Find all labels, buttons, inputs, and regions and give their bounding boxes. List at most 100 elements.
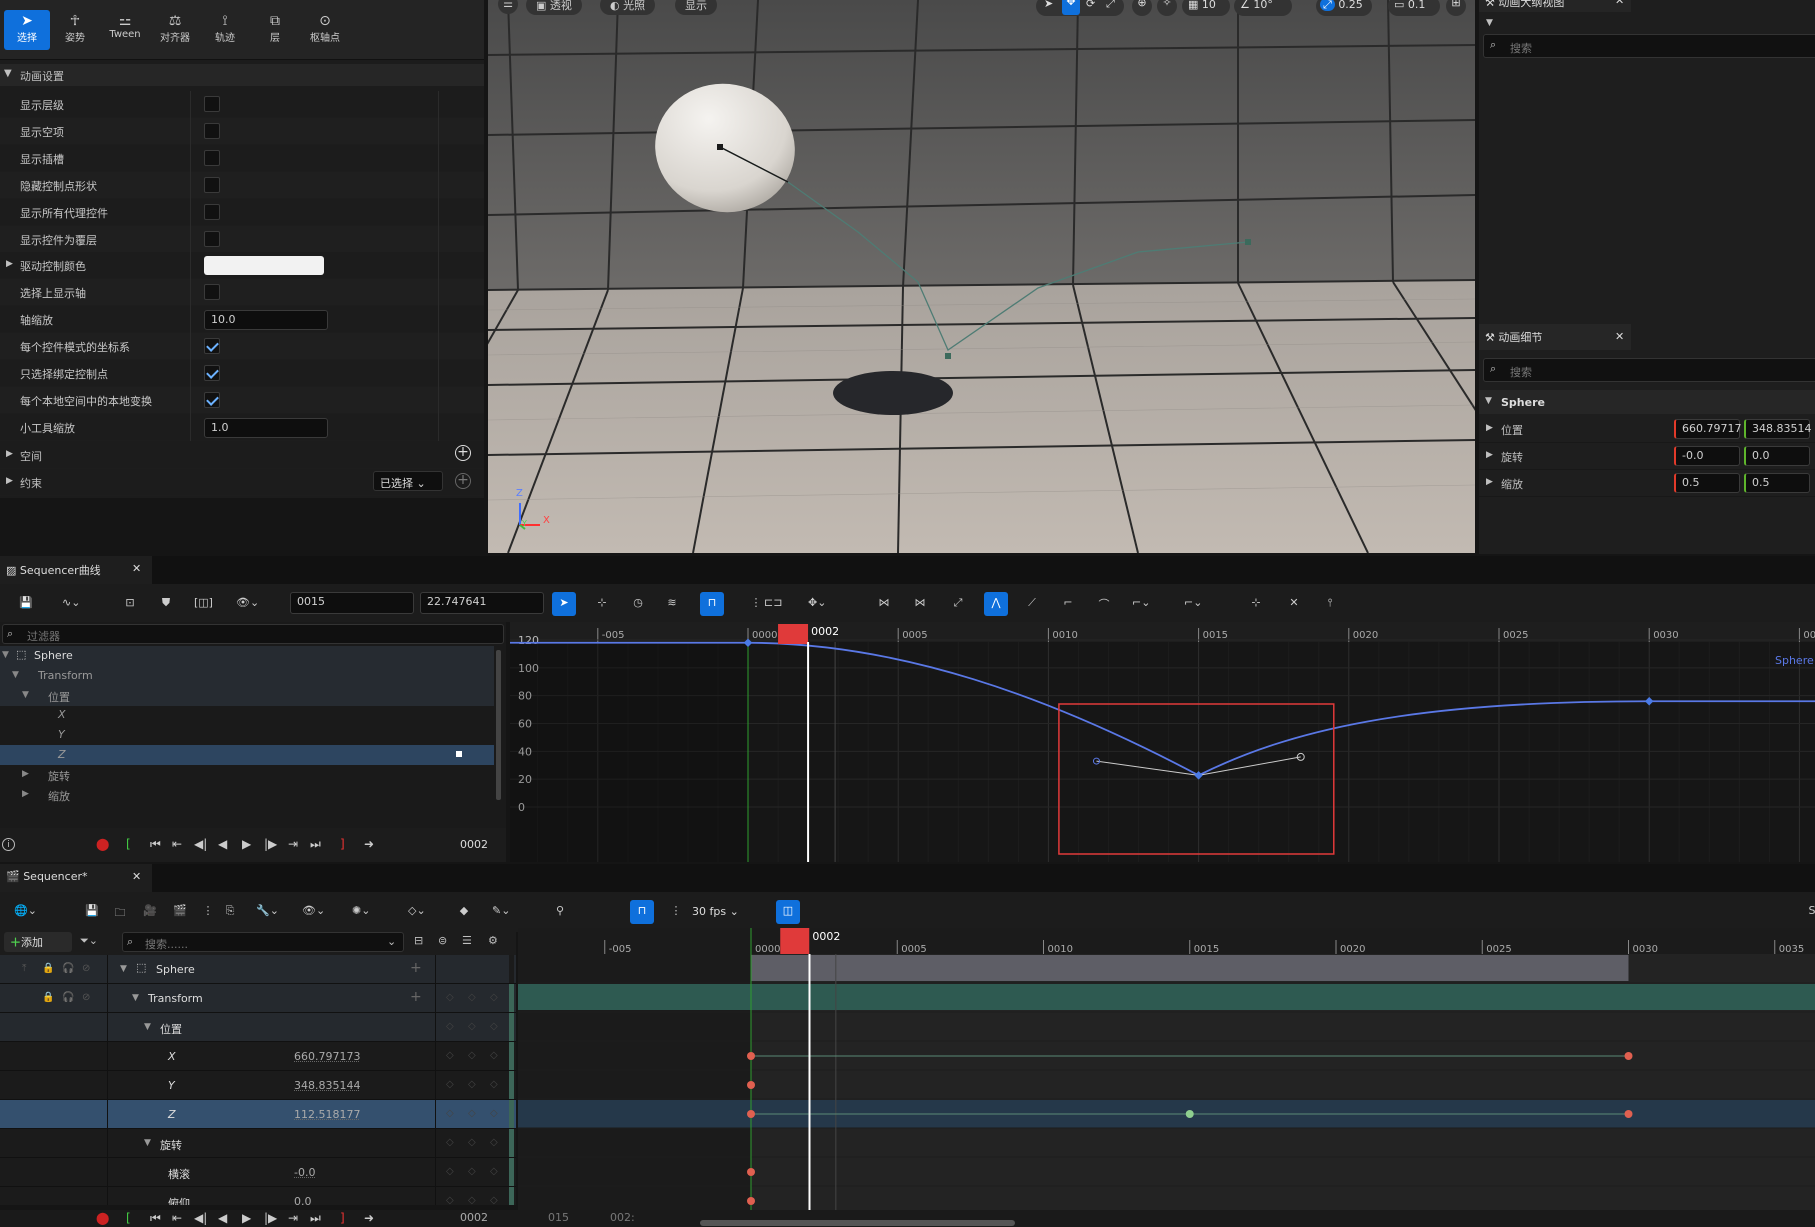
move-tool-icon[interactable]: ✥ (1062, 0, 1080, 15)
wrench-icon[interactable]: 🔧⌄ (252, 900, 283, 924)
save-icon[interactable]: 💾 (14, 592, 38, 616)
playback-start-icon[interactable]: [ (126, 837, 131, 851)
add-key-icon[interactable]: ◇ (468, 1137, 476, 1148)
track-value[interactable]: 660.797173 (294, 1050, 360, 1063)
scale-tool-icon[interactable]: ⤢ (1106, 0, 1115, 11)
expand-all-icon[interactable]: ⊜ (438, 934, 447, 947)
angle-snap[interactable]: ∠ 10° (1234, 0, 1292, 16)
add-icon[interactable]: + (410, 960, 422, 976)
user-tangent-icon[interactable]: ⤢ (946, 592, 970, 616)
setting-checkbox[interactable] (204, 176, 220, 193)
frame-input[interactable]: 0015 (290, 592, 414, 614)
select-tool-icon[interactable]: ➤ (552, 592, 576, 616)
normalize-icon[interactable]: ⊏⊐ (760, 592, 786, 616)
curve-tree-item[interactable]: ▼ ⬚ Sphere (0, 646, 494, 666)
play-icon[interactable]: ▶ (242, 1211, 251, 1225)
prev-key-icon[interactable]: ◇ (446, 1108, 454, 1119)
add-track-button[interactable]: ＋添加 (4, 932, 72, 952)
next-key-icon[interactable]: ◇ (490, 1166, 498, 1177)
record-icon[interactable]: ⬤ (96, 1211, 109, 1225)
clapper-icon[interactable]: 🎬 (168, 900, 192, 924)
add-constraint-icon[interactable]: + (455, 473, 471, 489)
prev-frame-icon[interactable]: ◀| (194, 1211, 207, 1225)
track-row[interactable]: Y 348.835144 ◇ ◇ ◇ (0, 1071, 516, 1100)
pre-infinity-icon[interactable]: ⌐⌄ (1128, 592, 1154, 616)
next-frame-icon[interactable]: |▶ (264, 1211, 277, 1225)
show-button[interactable]: 显示 (675, 0, 717, 15)
expand-icon[interactable]: ▶ (1486, 477, 1493, 487)
constraint-row[interactable]: ▶ 约束 已选择 ⌄ + (0, 469, 484, 496)
headphones-icon[interactable]: 🎧 (62, 963, 74, 974)
flatten-icon[interactable]: ⊹ (1244, 592, 1268, 616)
list-icon[interactable]: ☰ (462, 934, 472, 947)
prev-key-icon[interactable]: ⇤ (172, 1211, 182, 1225)
curve-filter-input[interactable]: ⌕ 过滤器 (2, 624, 504, 644)
prev-key-icon[interactable]: ◇ (446, 1050, 454, 1061)
curve-tree-item[interactable]: ▶ 旋转 (0, 765, 494, 785)
snap-settings-icon[interactable]: ⋮ (664, 900, 688, 924)
add-key-icon[interactable]: ◇ (468, 1166, 476, 1177)
fit-icon[interactable]: [◫] (190, 592, 217, 616)
details-x-input[interactable]: 0.5 (1674, 473, 1740, 493)
track-value[interactable]: 0.0 (294, 1195, 312, 1205)
details-y-input[interactable]: 348.83514 (1744, 419, 1812, 439)
post-infinity-icon[interactable]: ⌐⌄ (1180, 592, 1206, 616)
more-icon[interactable]: ⋮ (196, 900, 220, 924)
mode-tween[interactable]: ⚍ Tween (102, 10, 148, 50)
pin-icon[interactable]: ⤒ (22, 963, 26, 974)
expand-icon[interactable]: ▶ (1486, 450, 1493, 460)
rotate-tool-icon[interactable]: ⟳ (1086, 0, 1095, 10)
setting-number-input[interactable]: 1.0 (204, 417, 328, 438)
snap-icon[interactable]: ⊓ (630, 900, 654, 924)
marker-icon[interactable]: ⚲ (548, 900, 572, 924)
auto-smart-icon[interactable]: ⋈ (908, 592, 932, 616)
value-input[interactable]: 22.747641 (420, 592, 544, 614)
outliner-tab[interactable]: ⚒ 动画大纲视图 ✕ (1479, 0, 1631, 12)
add-key-icon[interactable]: ◇ (468, 992, 476, 1003)
curve-tree-item[interactable]: ▼ Transform (0, 665, 494, 686)
more-options-icon[interactable]: S (1800, 900, 1815, 924)
straighten-icon[interactable]: ✕ (1282, 592, 1306, 616)
curve-tree-item[interactable]: Y (0, 725, 494, 745)
details-tab[interactable]: ⚒ 动画细节 ✕ (1479, 324, 1631, 350)
folder-icon[interactable]: 🗀 (108, 900, 132, 924)
track-row[interactable]: ⤒ 🔒 🎧 ⊘ ▼ ⬚ Sphere + (0, 955, 516, 984)
curve-editor-toggle-icon[interactable]: ◫ (776, 900, 800, 924)
key-type-icon[interactable]: ◇⌄ (404, 900, 430, 924)
next-frame-icon[interactable]: |▶ (264, 837, 277, 851)
mode-select-mode[interactable]: ➤ 选择 (4, 10, 50, 50)
curve-tree-scrollbar[interactable] (496, 650, 501, 800)
snap-icon[interactable]: ⊓ (700, 592, 724, 616)
play-icon[interactable]: ▶ (242, 837, 251, 851)
track-row[interactable]: ▼ 旋转 ◇ ◇ ◇ (0, 1129, 516, 1158)
next-key-icon[interactable]: ◇ (490, 1021, 498, 1032)
transform-icon[interactable]: ✥⌄ (804, 592, 830, 616)
details-x-input[interactable]: -0.0 (1674, 446, 1740, 466)
lock-icon[interactable]: 🔒 (42, 992, 54, 1003)
details-search-input[interactable]: ⌕ 搜索 (1483, 358, 1815, 382)
loop-icon[interactable]: ➜ (364, 1211, 374, 1225)
next-key-icon[interactable]: ◇ (490, 1050, 498, 1061)
loop-icon[interactable]: ➜ (364, 837, 374, 851)
settings-icon[interactable]: ⚙ (488, 934, 498, 947)
break-tangent-icon[interactable]: ⋀ (984, 592, 1008, 616)
setting-checkbox[interactable] (204, 149, 220, 166)
perspective-button[interactable]: ▣ 透视 (526, 0, 582, 15)
mute-icon[interactable]: ⊘ (82, 963, 90, 974)
details-y-input[interactable]: 0.0 (1744, 446, 1810, 466)
next-key-icon[interactable]: ◇ (490, 1195, 498, 1205)
add-key-icon[interactable]: ◇ (468, 1050, 476, 1061)
close-icon[interactable]: ✕ (132, 562, 141, 575)
details-x-input[interactable]: 660.79717 (1674, 419, 1742, 439)
auto-tangent-icon[interactable]: ⋈ (872, 592, 896, 616)
close-icon[interactable]: ✕ (1615, 330, 1624, 343)
mode-trail[interactable]: ⟟ 轨迹 (202, 10, 248, 50)
draw-icon[interactable]: ✎⌄ (488, 900, 514, 924)
world-icon[interactable]: 🌐⌄ (10, 900, 41, 924)
track-search-input[interactable]: ⌕ 搜索...... ⌄ (122, 932, 404, 952)
jump-start-icon[interactable]: ⏮ (150, 1211, 161, 1226)
grid-snap[interactable]: ▦ 10 (1182, 0, 1230, 16)
save-icon[interactable]: 💾 (80, 900, 104, 924)
eye-icon[interactable]: 👁⌄ (298, 900, 329, 924)
collapse-icon[interactable]: ▼ (144, 1138, 151, 1148)
